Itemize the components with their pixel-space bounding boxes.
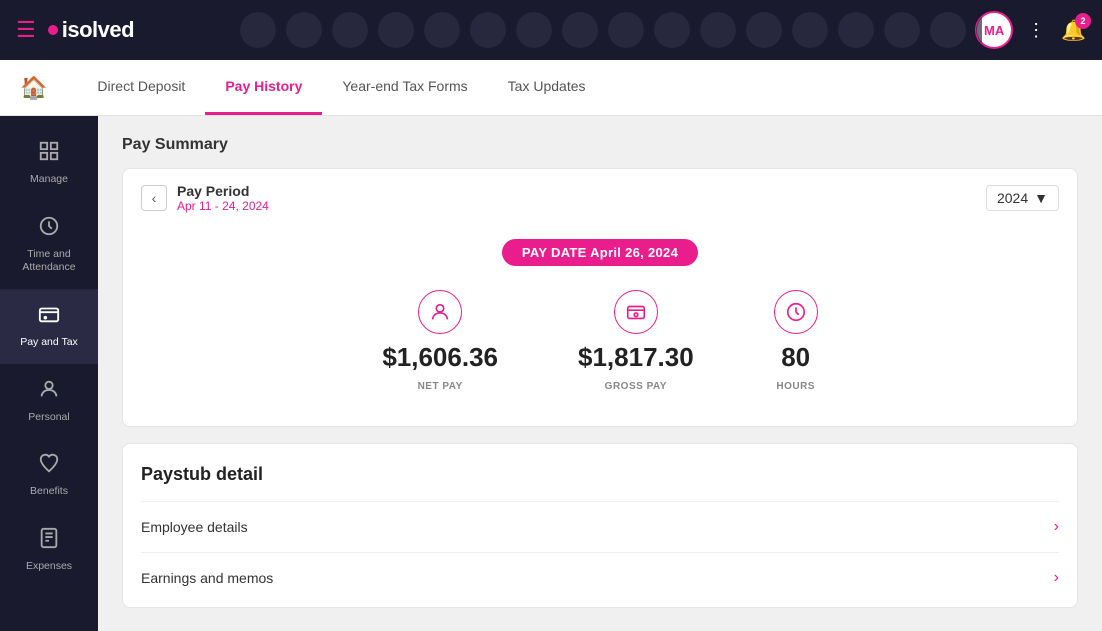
pay-icon xyxy=(38,303,60,331)
pay-stats: $1,606.36 NET PAY $1,817.30 GROSS PAY xyxy=(141,290,1059,392)
paystub-title: Paystub detail xyxy=(141,464,1059,485)
sidebar-item-benefits[interactable]: Benefits xyxy=(0,438,98,513)
notification-badge: 2 xyxy=(1075,13,1091,29)
pay-period-card: ‹ Pay Period Apr 11 - 24, 2024 2024 ▼ PA… xyxy=(122,168,1078,427)
pay-period-text: Pay Period Apr 11 - 24, 2024 xyxy=(177,183,269,213)
earnings-chevron: › xyxy=(1054,569,1059,587)
sidebar-item-manage[interactable]: Manage xyxy=(0,126,98,201)
content-area: Pay Summary ‹ Pay Period Apr 11 - 24, 20… xyxy=(98,116,1102,631)
main-layout: Manage Time and Attendance Pay and Tax xyxy=(0,116,1102,631)
gross-pay-value: $1,817.30 xyxy=(578,342,694,373)
tab-direct-deposit[interactable]: Direct Deposit xyxy=(77,60,205,115)
stat-gross-pay: $1,817.30 GROSS PAY xyxy=(578,290,694,392)
logo: isolved xyxy=(48,17,134,43)
decorative-circles xyxy=(240,0,982,60)
benefits-icon xyxy=(38,452,60,480)
prev-period-button[interactable]: ‹ xyxy=(141,185,167,211)
gross-pay-label: GROSS PAY xyxy=(605,381,667,392)
net-pay-label: NET PAY xyxy=(418,381,463,392)
hours-label: HOURS xyxy=(776,381,815,392)
pay-summary-title: Pay Summary xyxy=(122,136,1078,154)
tab-pay-history[interactable]: Pay History xyxy=(205,60,322,115)
sidebar: Manage Time and Attendance Pay and Tax xyxy=(0,116,98,631)
net-pay-value: $1,606.36 xyxy=(382,342,498,373)
pay-date-badge: PAY DATE April 26, 2024 xyxy=(502,239,698,266)
sidebar-label-personal: Personal xyxy=(28,411,69,425)
time-icon xyxy=(38,215,60,243)
period-date: Apr 11 - 24, 2024 xyxy=(177,199,269,213)
detail-row-employee[interactable]: Employee details › xyxy=(141,501,1059,552)
personal-icon xyxy=(38,378,60,406)
gross-pay-icon xyxy=(614,290,658,334)
paystub-card: Paystub detail Employee details › Earnin… xyxy=(122,443,1078,608)
sidebar-label-expenses: Expenses xyxy=(26,560,72,574)
logo-text: isolved xyxy=(62,17,134,43)
tab-year-end-tax[interactable]: Year-end Tax Forms xyxy=(322,60,487,115)
sidebar-item-expenses[interactable]: Expenses xyxy=(0,513,98,588)
year-selector[interactable]: 2024 ▼ xyxy=(986,185,1059,211)
more-options-icon[interactable]: ⋮ xyxy=(1027,20,1047,41)
logo-dot xyxy=(48,25,58,35)
pay-period-header: ‹ Pay Period Apr 11 - 24, 2024 2024 ▼ xyxy=(141,183,1059,213)
sidebar-label-time: Time and Attendance xyxy=(22,248,75,275)
sidebar-label-manage: Manage xyxy=(30,173,68,187)
employee-details-chevron: › xyxy=(1054,518,1059,536)
earnings-label: Earnings and memos xyxy=(141,570,273,586)
sidebar-label-pay: Pay and Tax xyxy=(20,336,78,350)
net-pay-icon xyxy=(418,290,462,334)
pay-date-section: PAY DATE April 26, 2024 $1,606.36 NET PA xyxy=(141,229,1059,412)
stat-hours: 80 HOURS xyxy=(774,290,818,392)
expenses-icon xyxy=(38,527,60,555)
detail-row-earnings[interactable]: Earnings and memos › xyxy=(141,552,1059,603)
pay-date-label: PAY DATE xyxy=(522,245,587,260)
employee-details-label: Employee details xyxy=(141,519,248,535)
sidebar-item-personal[interactable]: Personal xyxy=(0,364,98,439)
tab-tax-updates[interactable]: Tax Updates xyxy=(488,60,606,115)
sidebar-item-time-attendance[interactable]: Time and Attendance xyxy=(0,201,98,289)
sidebar-item-pay-tax[interactable]: Pay and Tax xyxy=(0,289,98,364)
top-nav-right: MA ⋮ 🔔 2 xyxy=(975,11,1086,49)
hours-value: 80 xyxy=(781,342,810,373)
chevron-down-icon: ▼ xyxy=(1034,190,1048,206)
pay-date-value: April 26, 2024 xyxy=(590,245,678,260)
hamburger-icon[interactable]: ☰ xyxy=(16,17,36,43)
top-nav: ☰ isolved MA ⋮ 🔔 2 xyxy=(0,0,1102,60)
nav-tabs: Direct Deposit Pay History Year-end Tax … xyxy=(77,60,605,115)
year-value: 2024 xyxy=(997,190,1028,206)
second-nav: 🏠 Direct Deposit Pay History Year-end Ta… xyxy=(0,60,1102,116)
hours-icon xyxy=(774,290,818,334)
period-label: Pay Period xyxy=(177,183,269,199)
manage-icon xyxy=(38,140,60,168)
home-icon[interactable]: 🏠 xyxy=(20,75,47,101)
sidebar-label-benefits: Benefits xyxy=(30,485,68,499)
stat-net-pay: $1,606.36 NET PAY xyxy=(382,290,498,392)
notifications-bell[interactable]: 🔔 2 xyxy=(1061,18,1086,43)
pay-period-nav: ‹ Pay Period Apr 11 - 24, 2024 xyxy=(141,183,269,213)
